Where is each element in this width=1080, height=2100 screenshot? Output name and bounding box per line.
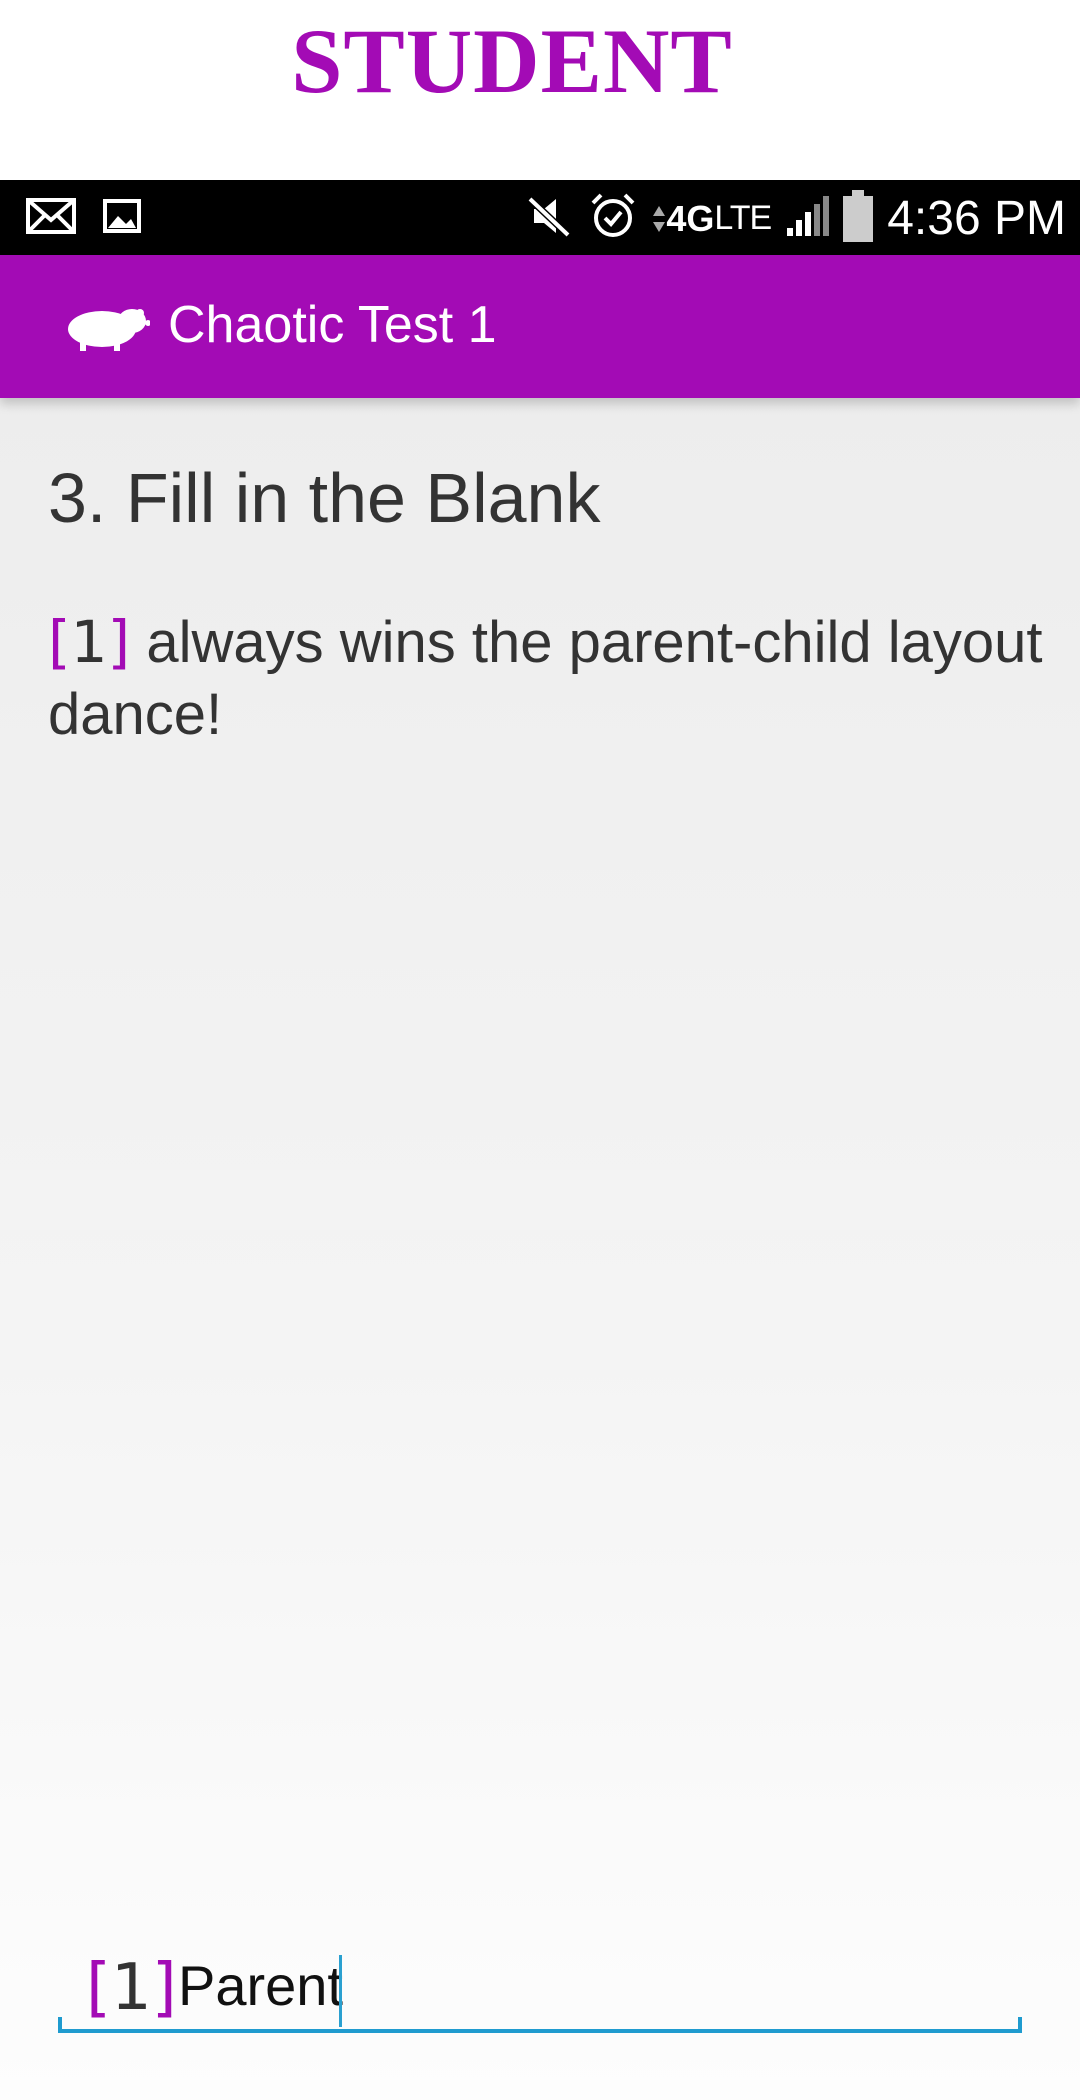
banner-title: STUDENT [291,10,733,112]
question-title: 3. Fill in the Blank [48,459,601,537]
answer-underline [58,2017,1022,2033]
alarm-icon [588,191,638,246]
vibrate-mute-icon [524,191,574,246]
network-4g-lte-icon: 4G LTE [652,198,772,240]
answer-blank-label: [1] [86,1951,177,2025]
text-cursor [339,1955,342,2027]
battery-icon [843,190,874,247]
image-icon [102,196,142,241]
status-bar: 4G LTE 4:36 PM [0,180,1080,255]
app-title: Chaotic Test 1 [168,296,497,354]
answer-input[interactable] [178,1947,998,2023]
question-text: [1] always wins the parent-child layout … [48,606,1048,751]
hamster-icon[interactable] [62,297,151,358]
question-content: 3. Fill in the Blank [1] always wins the… [0,398,1080,2100]
status-time: 4:36 PM [887,192,1066,245]
question-sentence: always wins the parent-child layout danc… [48,610,1043,747]
answer-field[interactable]: [1] [58,1943,1022,2033]
blank-marker: [1] [48,608,131,676]
mail-icon [26,196,76,241]
student-banner: STUDENT [0,0,1080,180]
app-bar: Chaotic Test 1 [0,255,1080,398]
signal-icon [785,194,830,243]
